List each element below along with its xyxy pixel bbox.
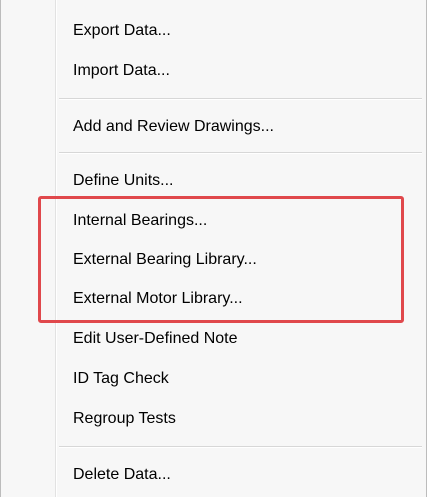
menu-item-import-data[interactable]: Import Data...: [73, 56, 170, 86]
menu-item-external-bearing-library[interactable]: External Bearing Library...: [73, 245, 257, 275]
menu-item-internal-bearings[interactable]: Internal Bearings...: [73, 206, 207, 236]
menu-separator: [59, 98, 422, 100]
menu-item-delete-data[interactable]: Delete Data...: [73, 460, 171, 490]
menu-item-regroup-tests[interactable]: Regroup Tests: [73, 404, 176, 434]
menu-item-edit-user-defined-note[interactable]: Edit User-Defined Note: [73, 324, 238, 354]
menu-item-id-tag-check[interactable]: ID Tag Check: [73, 364, 169, 394]
menu-item-external-motor-library[interactable]: External Motor Library...: [73, 284, 243, 314]
menu-item-export-data[interactable]: Export Data...: [73, 16, 171, 46]
menu-separator: [59, 152, 422, 154]
menu-icon-gutter-highlight: [56, 0, 57, 497]
menu-item-add-review-drawings[interactable]: Add and Review Drawings...: [73, 112, 274, 142]
menu-separator: [59, 446, 422, 448]
context-menu: Export Data... Import Data... Add and Re…: [0, 0, 427, 497]
menu-item-define-units[interactable]: Define Units...: [73, 166, 173, 196]
